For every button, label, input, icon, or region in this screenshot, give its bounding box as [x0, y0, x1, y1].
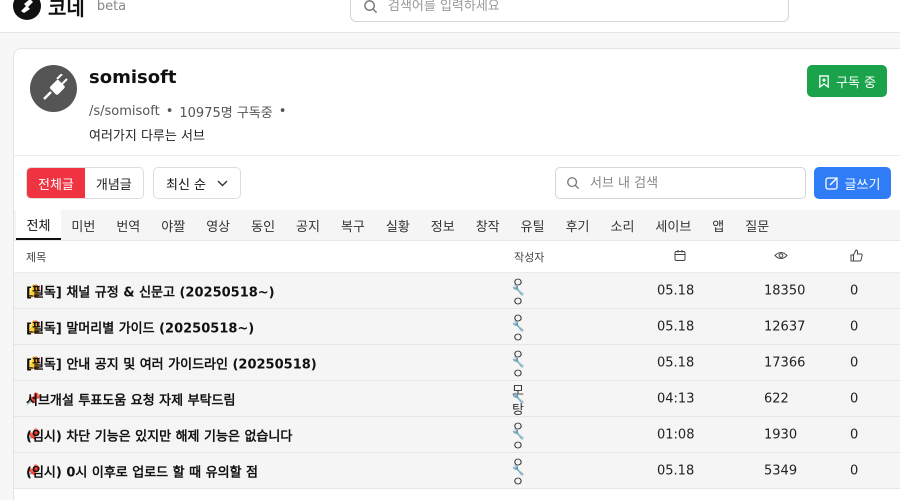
bookmark-icon: [819, 74, 829, 88]
separator-dot: •: [278, 104, 287, 119]
write-label: 글쓰기: [844, 177, 881, 193]
table-header: 제목 작성자: [14, 241, 900, 273]
post-date: 05.18: [657, 463, 695, 478]
sub-card: somisoft /s/somisoft • 10975명 구독중 • 여러가지…: [13, 48, 900, 500]
post-list: 📌 🔔 [필독] 채널 규정 & 신문고 (20250518~) ㅇㅇ 🔧 05.18 18…: [14, 273, 900, 490]
post-title: [필독] 말머리별 가이드 (20250518~): [26, 321, 255, 336]
wrench-icon: 🔧: [512, 429, 525, 440]
post-likes: 0: [850, 283, 859, 298]
post-date: 04:13: [657, 391, 695, 406]
post-views: 5349: [764, 463, 798, 478]
post-title: [필독] 안내 공지 및 여러 가이드라인 (20250518): [26, 357, 317, 372]
tab-item[interactable]: 전체: [16, 210, 61, 240]
sort-label: 최신 순: [166, 177, 207, 193]
tab-item[interactable]: 공지: [286, 210, 331, 240]
tab-item[interactable]: 번역: [106, 210, 151, 240]
search-icon: [364, 0, 378, 13]
wrench-icon: 🔧: [512, 285, 525, 296]
post-date: 05.18: [657, 283, 695, 298]
column-views: [774, 250, 788, 263]
column-date: [674, 249, 686, 264]
category-tabs: 전체 미번 번역 야짤 영상 동인 공지 복구 실황 정보 창작 유틸 후기 소리 세이브 앱 질문: [14, 210, 900, 241]
tab-item[interactable]: 유틸: [510, 210, 555, 240]
post-title: [필독] 채널 규정 & 신문고 (20250518~): [26, 285, 275, 300]
table-row[interactable]: 📌 (임시) 차단 기능은 있지만 해제 기능은 없습니다 ㅇㅇ 🔧 01:08 1930…: [14, 417, 900, 454]
top-bar: 코네 beta: [0, 0, 900, 33]
tab-item[interactable]: 창작: [465, 210, 510, 240]
subscriber-count: 10975명 구독중: [179, 106, 273, 121]
beta-label: beta: [96, 0, 127, 14]
post-views: 1930: [764, 427, 798, 442]
post-likes: 0: [850, 355, 859, 370]
sub-meta: /s/somisoft • 10975명 구독중 •: [89, 102, 286, 121]
tab-item[interactable]: 영상: [196, 210, 241, 240]
column-title: 제목: [26, 250, 47, 264]
column-author: 작성자: [514, 250, 545, 264]
wrench-icon: 🔧: [512, 393, 525, 404]
tab-item[interactable]: 미번: [61, 210, 106, 240]
global-search-input[interactable]: [388, 0, 768, 14]
tab-item[interactable]: 소리: [600, 210, 645, 240]
post-likes: 0: [850, 319, 859, 334]
logo[interactable]: 코네 beta: [12, 0, 126, 21]
sub-header: somisoft /s/somisoft • 10975명 구독중 • 여러가지…: [14, 49, 900, 156]
post-views: 12637: [764, 319, 806, 334]
wrench-icon: 🔧: [512, 321, 525, 332]
post-likes: 0: [850, 427, 859, 442]
logo-icon: [13, 0, 41, 20]
post-filter: 전체글 개념글: [26, 167, 144, 199]
table-row[interactable]: 📌 🔔 [필독] 채널 규정 & 신문고 (20250518~) ㅇㅇ 🔧 05.18 18…: [14, 273, 900, 310]
filter-concept-button[interactable]: 개념글: [84, 168, 143, 198]
tab-item[interactable]: 정보: [420, 210, 465, 240]
post-views: 18350: [764, 283, 806, 298]
post-date: 01:08: [657, 427, 695, 442]
subscribe-button[interactable]: 구독 중: [807, 65, 887, 97]
sub-description: 여러가지 다루는 서브: [89, 129, 205, 144]
table-row[interactable]: 📌 🔔 [필독] 말머리별 가이드 (20250518~) ㅇㅇ 🔧 05.18 12637…: [14, 309, 900, 346]
tab-item[interactable]: 질문: [735, 210, 780, 240]
tab-item[interactable]: 동인: [241, 210, 286, 240]
chevron-down-icon: [217, 180, 228, 186]
thumbs-up-icon: [850, 248, 863, 261]
avatar[interactable]: [30, 65, 77, 112]
search-icon: [567, 177, 580, 190]
logo-text: 코네: [48, 0, 85, 20]
filter-all-button[interactable]: 전체글: [27, 168, 85, 198]
tab-item[interactable]: 야짤: [151, 210, 196, 240]
post-date: 05.18: [657, 355, 695, 370]
calendar-icon: [674, 249, 686, 261]
edit-icon: [824, 176, 838, 190]
tab-item[interactable]: 복구: [330, 210, 375, 240]
post-views: 622: [764, 391, 789, 406]
sort-dropdown[interactable]: 최신 순: [153, 167, 241, 199]
post-views: 17366: [764, 355, 806, 370]
post-likes: 0: [850, 391, 859, 406]
subscribe-label: 구독 중: [835, 75, 876, 91]
post-date: 05.18: [657, 319, 695, 334]
separator-dot: •: [165, 104, 174, 119]
board-search[interactable]: [555, 167, 806, 199]
table-row[interactable]: 📌 🔔 [필독] 안내 공지 및 여러 가이드라인 (20250518) ㅇㅇ 🔧 05.…: [14, 345, 900, 382]
write-button[interactable]: 글쓰기: [814, 167, 891, 199]
plug-icon: [42, 73, 68, 100]
wrench-icon: 🔧: [512, 357, 525, 368]
global-search[interactable]: [350, 0, 789, 22]
eye-icon: [774, 251, 788, 259]
tab-item[interactable]: 후기: [555, 210, 600, 240]
post-title: (임시) 차단 기능은 있지만 해제 기능은 없습니다: [26, 429, 293, 444]
sub-path[interactable]: /s/somisoft: [89, 104, 160, 119]
sub-name: somisoft: [89, 67, 177, 88]
board-toolbar: 전체글 개념글 최신 순 글쓰기: [14, 156, 900, 210]
column-likes: [850, 248, 863, 265]
post-title: (임시) 0시 이후로 업로드 할 때 유의할 점: [26, 465, 259, 480]
tab-item[interactable]: 앱: [702, 210, 735, 240]
tab-item[interactable]: 실황: [375, 210, 420, 240]
post-likes: 0: [850, 463, 859, 478]
table-row[interactable]: 📌 서브개설 투표도움 요청 자제 부탁드림 모탕 🔧 04:13 622 0: [14, 381, 900, 418]
tab-item[interactable]: 세이브: [645, 210, 702, 240]
wrench-icon: 🔧: [512, 465, 525, 476]
table-row[interactable]: 📌 (임시) 0시 이후로 업로드 할 때 유의할 점 ㅇㅇ 🔧 05.18 5349 0: [14, 453, 900, 490]
board-search-input[interactable]: [590, 175, 790, 191]
post-title: 서브개설 투표도움 요청 자제 부탁드림: [26, 393, 236, 408]
